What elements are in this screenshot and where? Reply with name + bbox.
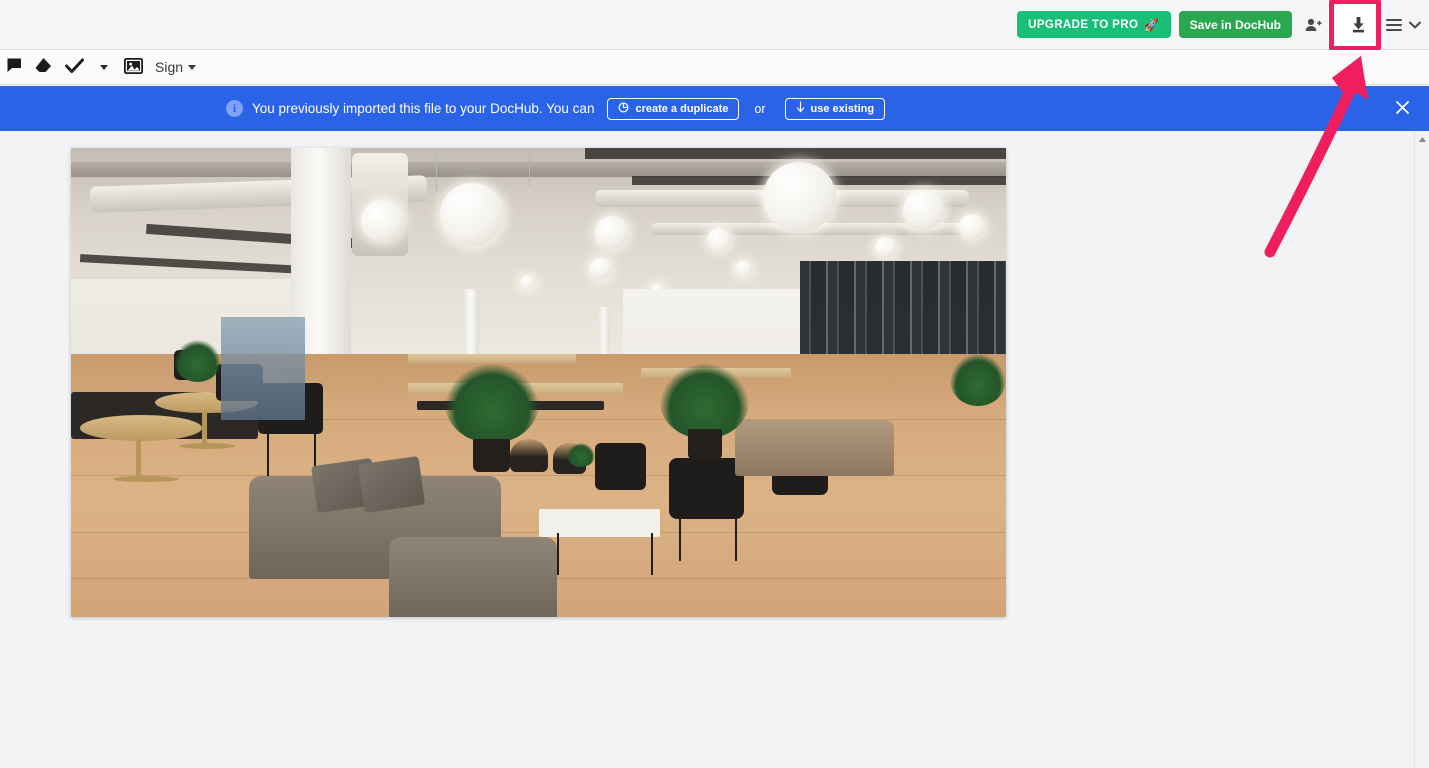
rocket-icon: 🚀	[1144, 17, 1160, 32]
banner-close-button[interactable]	[1389, 96, 1415, 122]
potted-plant	[173, 340, 221, 383]
image-tool-button[interactable]	[118, 53, 149, 81]
dochub-editor-window: UPGRADE TO PRO 🚀 Save in DocHub Sign i Y…	[0, 0, 1429, 768]
sign-tool-label: Sign	[155, 59, 184, 75]
eraser-icon	[34, 57, 53, 77]
ceiling-beam-dark	[585, 148, 1006, 160]
chair-leg	[678, 513, 681, 561]
pendant-lamp	[440, 183, 504, 247]
pendant-lamp	[762, 162, 836, 233]
lamp-cord	[435, 148, 437, 191]
check-tool-button[interactable]	[59, 53, 90, 81]
chair	[669, 457, 745, 519]
lamp-cord	[529, 148, 531, 186]
table-stem	[136, 438, 142, 481]
small-plant	[566, 443, 595, 467]
pendant-lamp	[875, 237, 896, 258]
chair-leg	[267, 429, 270, 477]
chair	[594, 443, 647, 491]
image-icon	[123, 57, 144, 77]
chevron-down-icon	[188, 64, 197, 70]
download-button[interactable]	[1344, 10, 1372, 40]
create-duplicate-label: create a duplicate	[635, 102, 729, 115]
comment-icon	[7, 58, 22, 76]
banner-or-label: or	[754, 101, 766, 116]
annotation-toolbar: Sign	[0, 50, 1429, 85]
upgrade-to-pro-label: UPGRADE TO PRO	[1028, 18, 1139, 31]
eraser-tool-button[interactable]	[28, 53, 59, 81]
save-in-dochub-label: Save in DocHub	[1189, 17, 1281, 32]
plant-pot	[688, 429, 722, 460]
add-person-icon	[1305, 17, 1322, 33]
document-canvas[interactable]	[0, 131, 1429, 768]
vertical-scrollbar[interactable]	[1414, 131, 1429, 768]
hamburger-menu-icon[interactable]	[1386, 18, 1402, 31]
office-interior-photo	[71, 148, 1006, 617]
scroll-up-arrow-icon[interactable]	[1415, 131, 1429, 147]
use-existing-label: use existing	[810, 102, 875, 115]
pendant-lamp	[706, 227, 732, 252]
create-duplicate-button[interactable]: create a duplicate	[607, 97, 740, 120]
long-table	[407, 354, 576, 363]
arrow-down-icon	[796, 101, 805, 116]
use-existing-button[interactable]: use existing	[784, 97, 886, 120]
document-page-1[interactable]	[71, 148, 1006, 617]
main-menu-group	[1386, 18, 1421, 31]
potted-plant	[949, 354, 1006, 406]
potted-plant	[660, 363, 749, 439]
info-icon: i	[226, 100, 243, 117]
upgrade-to-pro-button[interactable]: UPGRADE TO PRO 🚀	[1017, 11, 1171, 38]
chevron-down-icon	[100, 64, 108, 70]
stool	[510, 438, 548, 472]
sofa-foreground-arm	[388, 537, 558, 617]
chair-leg	[734, 513, 737, 561]
table-leg	[650, 532, 653, 575]
potted-plant	[445, 363, 539, 444]
table-leg	[557, 532, 560, 575]
pendant-lamp	[519, 274, 535, 289]
check-tool-dropdown-button[interactable]	[90, 53, 118, 81]
banner-content: i You previously imported this file to y…	[226, 97, 886, 120]
cushion	[357, 455, 425, 514]
pendant-lamp	[903, 190, 945, 231]
pendant-lamp	[360, 199, 404, 242]
pendant-lamp	[589, 258, 612, 279]
pendant-lamp	[734, 260, 752, 277]
sign-tool-button[interactable]: Sign	[149, 53, 202, 81]
duplicate-icon	[618, 101, 629, 116]
share-add-person-button[interactable]	[1298, 10, 1328, 40]
doorway-glass	[220, 316, 305, 420]
top-header-bar: UPGRADE TO PRO 🚀 Save in DocHub	[0, 0, 1429, 51]
ceiling-beam	[71, 162, 1006, 178]
banner-message: You previously imported this file to you…	[252, 101, 595, 116]
check-icon	[65, 58, 84, 77]
import-notification-banner: i You previously imported this file to y…	[0, 86, 1429, 131]
save-in-dochub-button[interactable]: Save in DocHub	[1178, 11, 1292, 38]
pendant-lamp	[594, 216, 629, 249]
download-button-highlighted-region	[1329, 0, 1381, 51]
download-icon	[1349, 15, 1368, 34]
chevron-down-icon[interactable]	[1409, 21, 1421, 29]
tan-sofa	[734, 420, 894, 477]
close-icon	[1395, 100, 1410, 118]
plant-pot	[473, 438, 511, 472]
round-table	[80, 415, 202, 442]
comment-tool-button[interactable]	[0, 53, 28, 81]
